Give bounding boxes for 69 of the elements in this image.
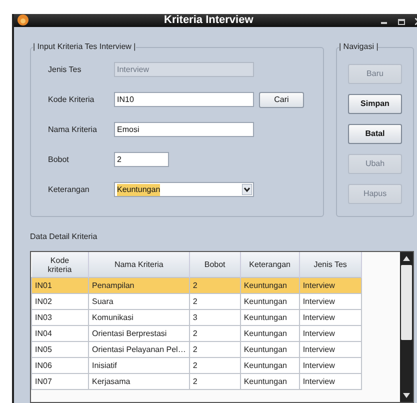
table-cell: Interview [302,360,335,370]
scrollbar[interactable] [400,252,413,402]
table-row[interactable]: IN03 Komunikasi 3 Keuntungan Interview [32,310,362,326]
table-cell: Komunikasi [92,312,134,322]
table-cell: Interview [302,328,335,338]
table-cell: 2 [192,376,198,386]
table-title: Data Detail Kriteria [30,230,98,243]
table-cell: IN05 [35,344,52,354]
field-label: Nama Kriteria [48,124,98,136]
table-cell: Interview [302,280,335,290]
table-cell: 2 [192,328,198,338]
field-label: Kode Kriteria [48,94,96,106]
window-title: Kriteria Interview [164,13,254,28]
combo-box[interactable]: Keuntungan [114,182,254,198]
table-cell: 2 [192,360,198,370]
column-header[interactable]: Nama Kriteria [88,252,190,278]
column-header[interactable]: Bobot [189,252,240,278]
table-cell: IN07 [35,376,52,386]
table-cell: Inisiatif [92,360,117,370]
group-title: | Navigasi | [339,40,378,53]
table-cell: 3 [192,312,198,322]
table-row[interactable]: IN05 Orientasi Pelayanan Pel… 2 Keuntungan Interview [32,342,362,358]
table-cell: IN01 [35,280,52,290]
column-header[interactable]: Keterangan [240,252,300,278]
table-cell: Keuntungan [244,344,287,354]
table-cell: Keuntungan [244,328,287,338]
input-field[interactable]: Emosi [114,122,254,138]
table-cell: Interview [302,296,335,306]
column-header[interactable]: Kode kriteria [32,252,88,278]
group-title: | Input Kriteria Tes Interview | [33,40,136,53]
field-label: Jenis Tes [48,64,82,76]
dropdown-arrow-icon[interactable] [242,184,252,196]
table-cell: Keuntungan [244,360,287,370]
search-button[interactable]: Cari [259,92,304,108]
table-row[interactable]: IN01 Penampilan 2 Keuntungan Interview [32,278,362,294]
table-cell: 2 [192,344,198,354]
table-row[interactable]: IN02 Suara 2 Keuntungan Interview [32,294,362,310]
app-icon [17,14,29,26]
table-row[interactable]: IN06 Inisiatif 2 Keuntungan Interview [32,358,362,374]
table-cell: Keuntungan [244,280,287,290]
table-cell: IN03 [35,312,52,322]
table-row[interactable]: IN04 Orientasi Berprestasi 2 Keuntungan Interview [32,326,362,342]
table-cell: Kerjasama [92,376,130,386]
maximize-icon[interactable] [398,19,405,25]
table-cell: Suara [92,296,114,306]
nav-button[interactable]: Simpan [348,94,402,114]
table-cell: IN06 [35,360,52,370]
table-cell: IN04 [35,328,52,338]
table-cell: Interview [302,344,335,354]
table-cell: 2 [192,296,198,306]
input-field[interactable]: 2 [114,152,169,168]
table-cell: Keuntungan [244,376,287,386]
table-cell: Orientasi Pelayanan Pel… [92,344,186,354]
table-cell: IN02 [35,296,52,306]
table-cell: Keuntungan [244,312,287,322]
input-field[interactable]: IN10 [114,92,254,108]
table-row[interactable]: IN07 Kerjasama 2 Keuntungan Interview [32,374,362,390]
nav-button[interactable]: Batal [348,124,402,144]
table-cell: Interview [302,376,335,386]
field-label: Keterangan [48,184,90,196]
scroll-up-icon[interactable] [403,256,410,261]
scroll-down-icon[interactable] [403,393,410,398]
table-cell: Keuntungan [244,296,287,306]
table-cell: Orientasi Berprestasi [92,328,167,338]
table-cell: Penampilan [92,280,134,290]
table-cell: 2 [192,280,198,290]
column-header[interactable]: Jenis Tes [299,252,362,278]
table-cell: Interview [302,312,335,322]
field-label: Bobot [48,154,70,166]
